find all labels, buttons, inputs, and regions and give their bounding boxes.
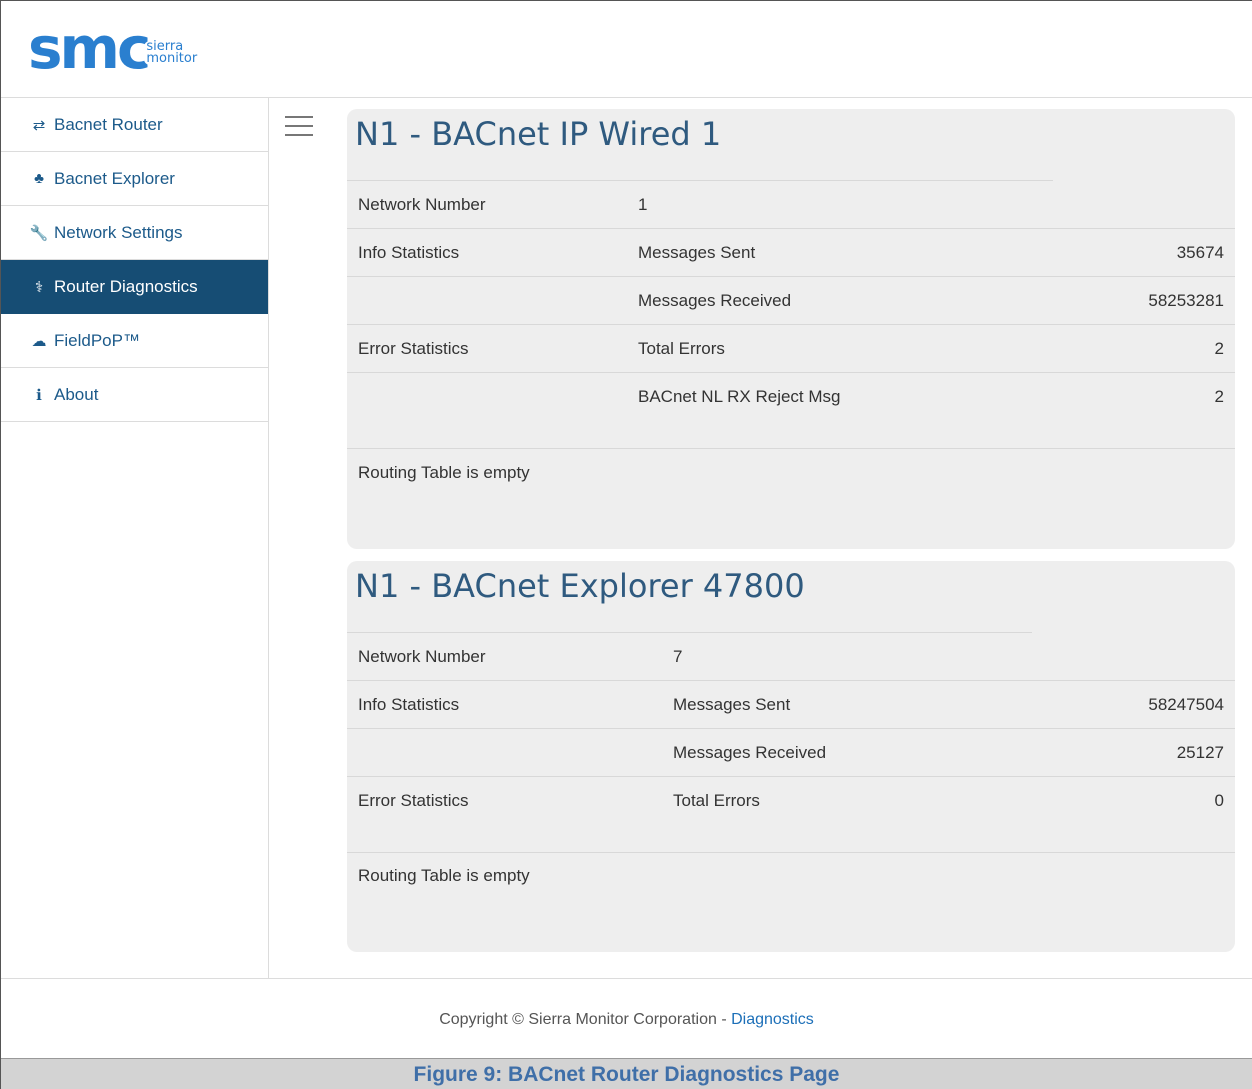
network-panel-bacnet-explorer: N1 - BACnet Explorer 47800 Network Numbe… xyxy=(347,561,1235,952)
sidebar-item-label: About xyxy=(54,384,99,404)
row-label: Network Number xyxy=(358,647,486,666)
row-stat: Total Errors xyxy=(638,339,725,358)
row-stat: Messages Received xyxy=(673,743,827,762)
figure-caption: Figure 9: BACnet Router Diagnostics Page xyxy=(1,1058,1252,1089)
info-circle-icon: ℹ xyxy=(36,386,42,404)
routing-table-note: Routing Table is empty xyxy=(358,463,530,482)
sitemap-icon: ♣ xyxy=(34,170,44,187)
table-row: BACnet NL RX Reject Msg 2 xyxy=(347,373,1235,449)
row-value: 58247504 xyxy=(1148,695,1224,714)
table-row: Network Number 7 xyxy=(347,633,1235,681)
row-label: Network Number xyxy=(358,195,486,214)
row-stat: Messages Sent xyxy=(673,695,791,714)
row-value: 35674 xyxy=(1176,243,1224,262)
row-label: Info Statistics xyxy=(358,695,460,714)
sidebar-item-about[interactable]: ℹ About xyxy=(1,368,268,422)
table-row: Network Number 1 xyxy=(347,181,1235,229)
row-value: 2 xyxy=(1214,339,1224,358)
row-value: 25127 xyxy=(1176,743,1224,762)
sidebar-item-label: Network Settings xyxy=(54,222,183,242)
footer-text: Copyright © Sierra Monitor Corporation -… xyxy=(1,1011,1252,1029)
logo-sub-line2: monitor xyxy=(146,51,198,66)
row-value: 58253281 xyxy=(1148,291,1224,310)
smc-logo[interactable]: smc sierra monitor xyxy=(28,14,200,82)
row-value: 0 xyxy=(1214,791,1224,810)
row-stat: Total Errors xyxy=(673,791,760,810)
menu-toggle-icon[interactable] xyxy=(285,116,313,136)
row-value: 2 xyxy=(1214,387,1224,406)
table-row: Error Statistics Total Errors 2 xyxy=(347,325,1235,373)
diagnostics-link[interactable]: Diagnostics xyxy=(731,1011,814,1028)
routing-table-note: Routing Table is empty xyxy=(358,866,530,885)
sidebar-item-label: Bacnet Router xyxy=(54,114,163,134)
sidebar-item-label: FieldPoP™ xyxy=(54,330,140,350)
sidebar-item-label: Router Diagnostics xyxy=(54,276,198,296)
footer: Copyright © Sierra Monitor Corporation -… xyxy=(1,978,1252,1058)
row-label: Info Statistics xyxy=(358,243,460,262)
sidebar-item-label: Bacnet Explorer xyxy=(54,168,175,188)
sidebar-item-router-diagnostics[interactable]: ⚕ Router Diagnostics xyxy=(1,260,268,314)
row-stat: 1 xyxy=(638,195,648,214)
row-stat: BACnet NL RX Reject Msg xyxy=(638,387,841,406)
header: smc sierra monitor xyxy=(1,1,1252,98)
exchange-icon: ⇄ xyxy=(32,116,46,134)
sidebar-item-network-settings[interactable]: 🔧 Network Settings xyxy=(1,206,268,260)
table-row: Messages Received 58253281 xyxy=(347,277,1235,325)
table-row: Messages Received 25127 xyxy=(347,729,1235,777)
row-stat: Messages Received xyxy=(638,291,792,310)
row-label: Error Statistics xyxy=(358,339,469,358)
copyright-text: Copyright © Sierra Monitor Corporation - xyxy=(439,1011,732,1028)
wrench-icon: 🔧 xyxy=(29,224,49,242)
sidebar-item-bacnet-explorer[interactable]: ♣ Bacnet Explorer xyxy=(1,152,268,206)
sidebar: ⇄ Bacnet Router ♣ Bacnet Explorer 🔧 Netw… xyxy=(1,98,269,978)
table-row: Error Statistics Total Errors 0 xyxy=(347,777,1235,853)
cloud-icon: ☁ xyxy=(31,332,47,350)
panel-title: N1 - BACnet Explorer 47800 xyxy=(355,567,805,605)
logo-subtitle: sierra monitor xyxy=(144,40,200,66)
table-row: Info Statistics Messages Sent 58247504 xyxy=(347,681,1235,729)
row-label: Error Statistics xyxy=(358,791,469,810)
sidebar-item-bacnet-router[interactable]: ⇄ Bacnet Router xyxy=(1,98,268,152)
sidebar-item-fieldpop[interactable]: ☁ FieldPoP™ xyxy=(1,314,268,368)
row-stat: Messages Sent xyxy=(638,243,756,262)
table-row: Info Statistics Messages Sent 35674 xyxy=(347,229,1235,277)
network-panel-bacnet-ip-wired: N1 - BACnet IP Wired 1 Network Number 1 … xyxy=(347,109,1235,549)
row-stat: 7 xyxy=(673,647,683,666)
logo-mark: smc xyxy=(28,14,151,82)
stethoscope-icon: ⚕ xyxy=(34,278,44,296)
panel-title: N1 - BACnet IP Wired 1 xyxy=(355,115,722,153)
